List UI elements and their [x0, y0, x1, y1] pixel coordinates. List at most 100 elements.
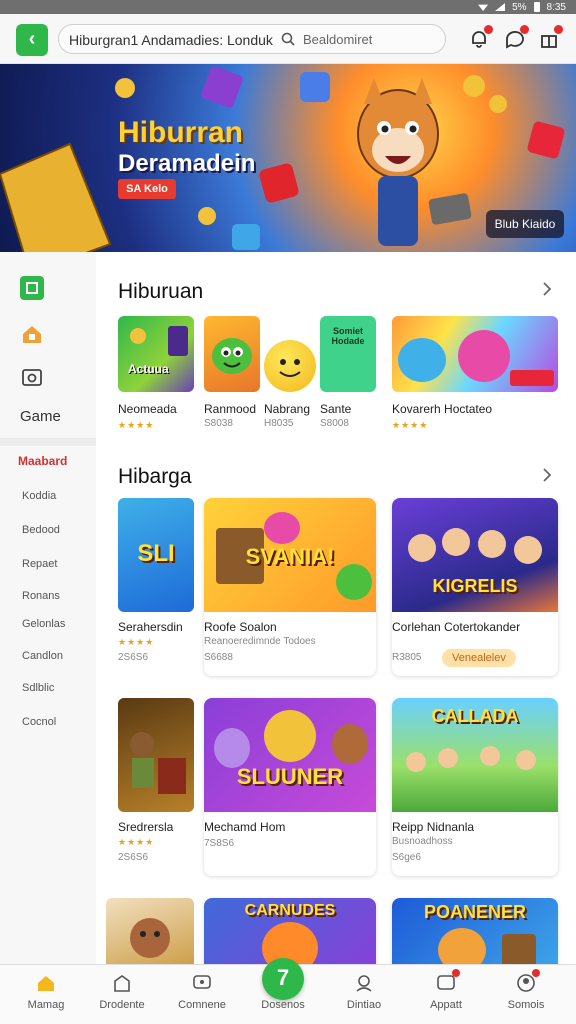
app-name[interactable]: Kovarerh Hoctateo — [392, 402, 492, 416]
nav-item-apps[interactable]: Drodente — [82, 965, 162, 1024]
game-name: Mechamd Hom — [204, 820, 286, 834]
game-card[interactable]: Sredrersla ★★★★ 2S6S6 — [118, 698, 194, 876]
sidebar-subcategory[interactable]: Cocnol — [22, 716, 56, 728]
game-thumb-title: SVANIA! — [245, 544, 335, 569]
game-artwork — [130, 732, 186, 794]
game-meta: S6688 — [204, 652, 233, 663]
promo-banner[interactable]: Hiburran Deramadein SA Kelo Blub Kiaido — [0, 64, 576, 252]
app-thumbnail[interactable] — [392, 316, 558, 392]
search-placeholder: Bealdomiret — [303, 32, 373, 47]
center-action-button[interactable]: 7 — [262, 958, 304, 1000]
store-icon — [114, 975, 130, 992]
sidebar-apps-icon[interactable] — [20, 276, 44, 300]
chevron-right-icon[interactable] — [540, 468, 554, 482]
game-rating: ★★★★ — [118, 637, 155, 647]
banner-title: Hiburran — [118, 116, 244, 149]
game-name: Reipp Nidnanla — [392, 820, 475, 834]
chat-icon — [193, 975, 211, 989]
app-artwork — [130, 326, 188, 356]
game-name: Roofe Soalon — [204, 620, 277, 634]
game-meta: Reanoeredimnde Todoes — [204, 636, 316, 647]
messages-badge — [520, 25, 529, 34]
signal-icon — [495, 3, 506, 11]
game-card[interactable]: KIGRELIS Corlehan Cotertokander R3805 Ve… — [392, 498, 558, 676]
app-name[interactable]: Neomeada — [118, 402, 177, 416]
clock: 8:35 — [546, 1, 566, 13]
game-name: Serahersdin — [118, 620, 183, 634]
game-card[interactable]: CALLADA Reipp Nidnanla Busnoadhoss S6ge6 — [392, 698, 558, 876]
game-thumbnail: SVANIA! — [204, 498, 376, 612]
gift-badge — [554, 25, 563, 34]
home-icon — [38, 976, 54, 991]
game-thumbnail: SLUUNER — [204, 698, 376, 812]
game-meta: Busnoadhoss — [392, 836, 453, 847]
game-thumb-title: SLUUNER — [236, 764, 344, 789]
game-card[interactable]: SLUUNER Mechamd Hom 7S8S6 — [204, 698, 376, 876]
user-icon — [356, 975, 372, 992]
app-name[interactable]: Nabrang — [264, 402, 310, 416]
top-bar: ‹ Hiburgran1 Andamadies: Londuk Bealdomi… — [0, 14, 576, 64]
banner-corner-button[interactable]: Blub Kiaido — [486, 210, 564, 238]
search-input[interactable]: Hiburgran1 Andamadies: Londuk — [69, 32, 273, 48]
search-icon[interactable] — [281, 32, 295, 46]
game-name: Corlehan Cotertokander — [392, 620, 521, 634]
app-artwork — [212, 338, 252, 374]
back-button[interactable]: ‹ — [16, 24, 48, 56]
arrow-left-icon: ‹ — [28, 28, 36, 50]
nav-label: Mamag — [27, 999, 65, 1011]
sidebar-subcategory[interactable]: Gelonlas — [22, 618, 65, 630]
thumb-caption: Somiet Hodade — [331, 326, 365, 346]
game-rating: ★★★★ — [118, 837, 155, 847]
app-thumbnail[interactable]: Somiet Hodade — [320, 316, 376, 392]
game-card[interactable]: SVANIA! Roofe Soalon Reanoeredimnde Todo… — [204, 498, 376, 676]
game-name: Sredrersla — [118, 820, 174, 834]
battery-level: 5% — [512, 1, 527, 13]
app-name[interactable]: Ranmood — [204, 402, 256, 416]
sidebar-subcategory[interactable]: Sdlblic — [22, 682, 54, 694]
nav-label: Appatt — [430, 999, 462, 1011]
app-thumbnail[interactable]: Actuua — [118, 316, 194, 392]
nav-badge — [452, 969, 460, 977]
notification-badge — [484, 25, 493, 34]
game-meta: R3805 — [392, 652, 422, 663]
nav-item-home[interactable]: Mamag — [6, 965, 86, 1024]
sidebar-camera-icon[interactable] — [20, 364, 44, 388]
nav-item-community[interactable]: Comnene — [162, 965, 242, 1024]
nav-label: Somois — [507, 999, 545, 1011]
app-thumbnail[interactable] — [204, 316, 260, 392]
messages-button[interactable] — [504, 25, 529, 50]
home-icon — [23, 326, 41, 343]
nav-item-apps-account[interactable]: Appatt — [406, 965, 486, 1024]
app-rating: ★★★★ — [118, 420, 155, 430]
game-status-badge[interactable]: Venealelev — [442, 649, 516, 667]
app-thumbnail[interactable] — [264, 340, 316, 392]
nav-label: Drodente — [99, 999, 145, 1011]
sidebar-subcategory[interactable]: Ronans — [22, 590, 60, 602]
nav-item-library[interactable]: Dintiao — [324, 965, 404, 1024]
gift-button[interactable] — [538, 25, 563, 50]
game-thumb-title: POANENER — [423, 902, 526, 922]
nav-label: Comnene — [178, 999, 226, 1011]
sidebar-subcategory[interactable]: Repaet — [22, 558, 57, 570]
sidebar-home-icon[interactable] — [20, 322, 44, 346]
battery-icon — [533, 2, 540, 12]
sidebar-category-game[interactable]: Game — [20, 408, 61, 425]
notification-button[interactable] — [468, 25, 493, 50]
app-meta: S8008 — [320, 418, 349, 429]
game-card[interactable]: SLI Serahersdin ★★★★ 2S6S6 — [118, 498, 194, 676]
app-name[interactable]: Sante — [320, 402, 351, 416]
sidebar-subcategory[interactable]: Maabard — [18, 454, 67, 468]
game-thumbnail: KIGRELIS — [392, 498, 558, 612]
category-sidebar: Game Maabard Koddia Bedood Repaet Ronans… — [0, 252, 96, 964]
banner-cta-button[interactable]: SA Kelo — [118, 179, 176, 199]
sidebar-subcategory[interactable]: Candlon — [22, 650, 63, 662]
game-meta: 7S8S6 — [204, 838, 235, 849]
nav-item-profile[interactable]: Somois — [486, 965, 566, 1024]
game-meta: 2S6S6 — [118, 852, 149, 863]
section-title: Hiburuan — [118, 280, 204, 303]
sidebar-subcategory[interactable]: Koddia — [22, 490, 56, 502]
sidebar-subcategory[interactable]: Bedood — [22, 524, 60, 536]
section-title: Hibarga — [118, 465, 192, 488]
chevron-right-icon[interactable] — [540, 282, 554, 296]
search-bar[interactable]: Hiburgran1 Andamadies: Londuk Bealdomire… — [58, 24, 446, 54]
